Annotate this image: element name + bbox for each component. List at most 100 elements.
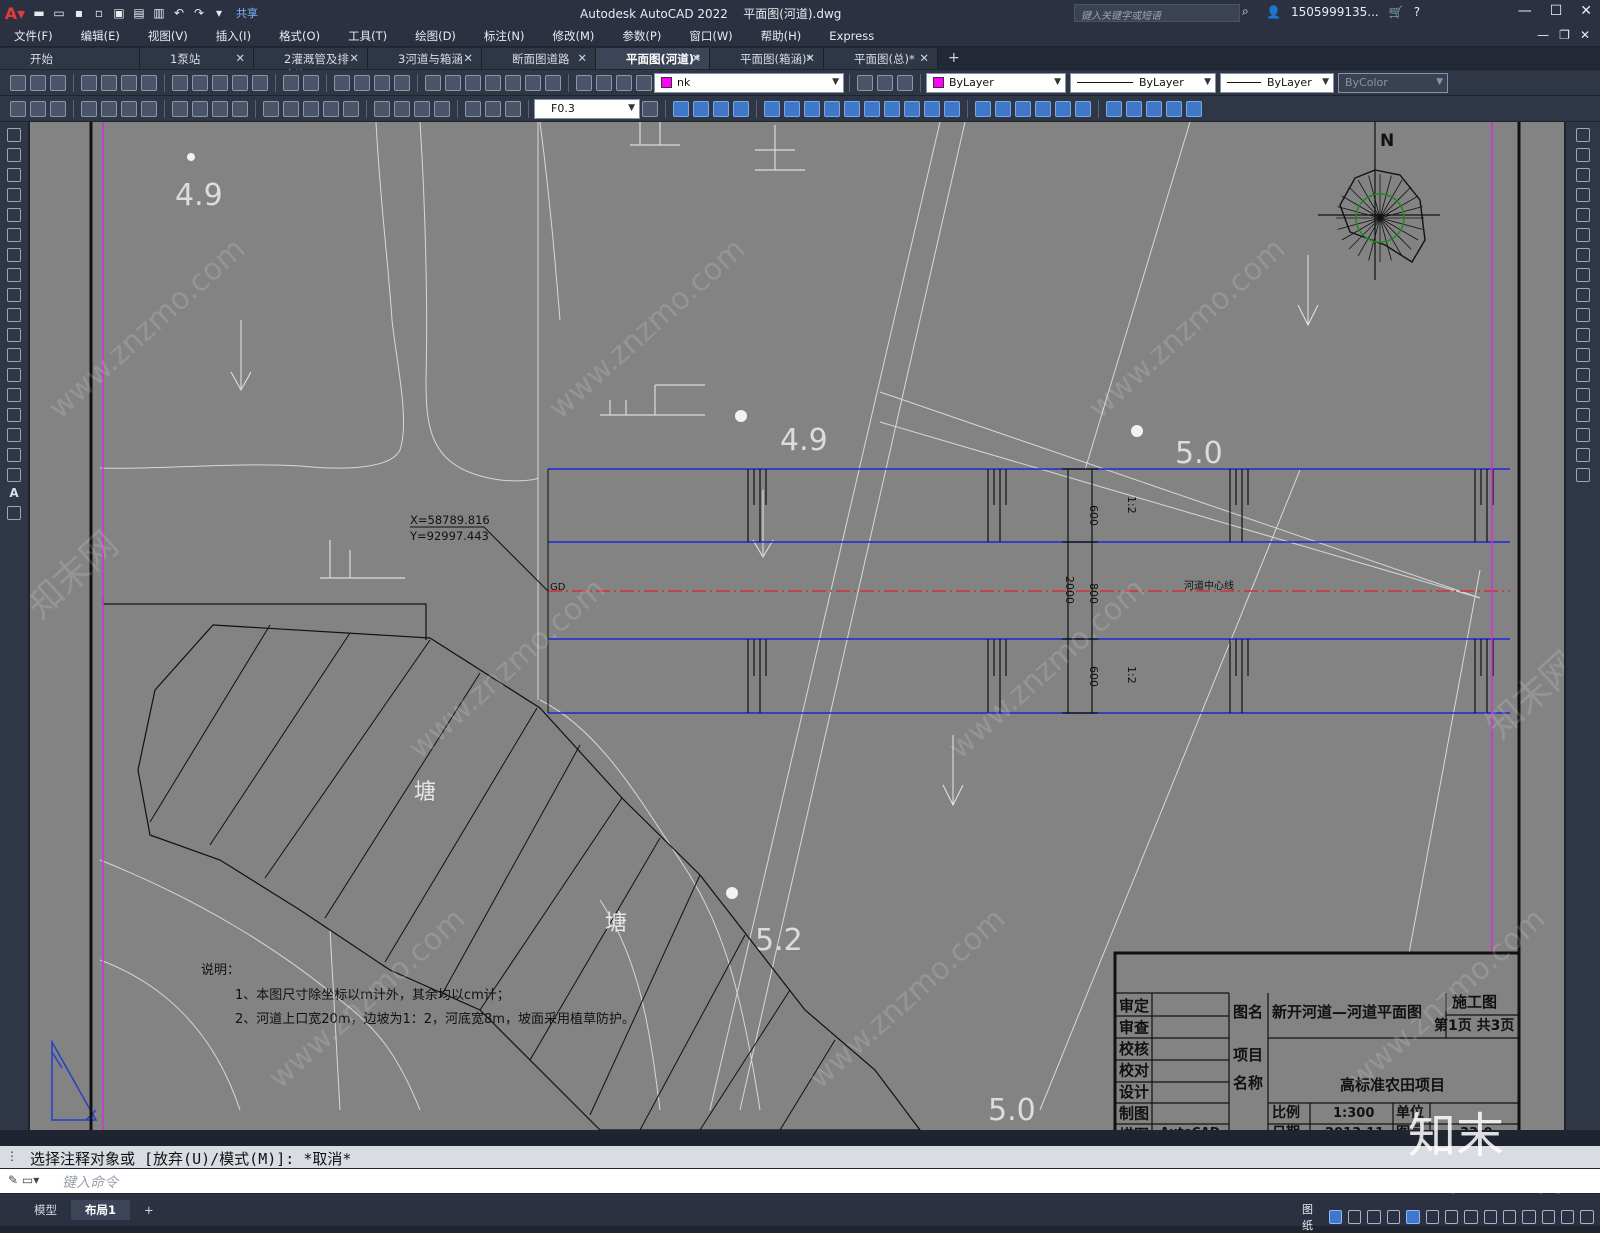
doc-close-button[interactable]: ✕ <box>1580 28 1590 42</box>
layer-dropdown[interactable]: nk ▼ <box>654 73 844 93</box>
quick-dim-icon[interactable] <box>263 101 279 117</box>
menu-item[interactable]: 编辑(E) <box>67 28 134 44</box>
dim-text-edit-icon[interactable] <box>485 101 501 117</box>
arc-icon[interactable] <box>7 228 21 242</box>
add-layout-button[interactable]: + <box>130 1201 168 1219</box>
dimstyle-manager-icon[interactable] <box>642 101 658 117</box>
document-tab[interactable]: 平面图(箱涵)*✕ <box>710 48 824 69</box>
layer-freeze-icon[interactable] <box>616 75 632 91</box>
plotstyle-dropdown[interactable]: ByColor ▼ <box>1338 73 1448 93</box>
angular-dim-icon[interactable] <box>232 101 248 117</box>
view-left-icon[interactable] <box>713 101 729 117</box>
camera-icon[interactable] <box>1166 101 1182 117</box>
ordinate-icon[interactable] <box>141 101 157 117</box>
continuous-orbit-icon[interactable] <box>1146 101 1162 117</box>
autocad-logo-icon[interactable]: A▾ <box>0 0 30 26</box>
tab-close-icon[interactable]: ✕ <box>691 51 701 65</box>
jogged-icon[interactable] <box>192 101 208 117</box>
annotation-scale-icon[interactable] <box>1484 1210 1497 1224</box>
inspect-icon[interactable] <box>414 101 430 117</box>
doc-restore-button[interactable]: ❐ <box>1559 28 1570 42</box>
tab-close-icon[interactable]: ✕ <box>235 51 245 65</box>
ucs-3point-icon[interactable] <box>924 101 940 117</box>
tab-close-icon[interactable]: ✕ <box>805 51 815 65</box>
stretch-icon[interactable] <box>1576 288 1590 302</box>
scale-icon[interactable] <box>1576 268 1590 282</box>
document-tab[interactable]: 断面图道路✕ <box>482 48 596 69</box>
ortho-icon[interactable] <box>1329 1210 1342 1224</box>
baseline-icon[interactable] <box>283 101 299 117</box>
search-icon[interactable]: ⌕ <box>1242 4 1249 19</box>
save-icon[interactable]: ▪ <box>70 4 88 22</box>
polyline-icon[interactable] <box>7 168 21 182</box>
color-dropdown[interactable]: ByLayer ▼ <box>926 73 1066 93</box>
sheet-set-icon[interactable] <box>485 75 501 91</box>
units-icon[interactable] <box>1522 1210 1535 1224</box>
table-icon[interactable] <box>7 468 21 482</box>
tab-layout1[interactable]: 布局1 <box>71 1200 130 1220</box>
multiline-text-icon[interactable]: A <box>0 486 28 500</box>
isolate-icon[interactable] <box>1561 1210 1574 1224</box>
jogged-linear-icon[interactable] <box>434 101 450 117</box>
zoom-realtime-icon[interactable] <box>354 75 370 91</box>
lineweight-dropdown[interactable]: ByLayer ▼ <box>1220 73 1334 93</box>
construction-line-icon[interactable] <box>7 148 21 162</box>
menu-item[interactable]: 标注(N) <box>470 28 539 44</box>
tab-close-icon[interactable]: ✕ <box>463 51 473 65</box>
quick-dimension-icon[interactable] <box>10 101 26 117</box>
document-tab[interactable]: 开始 <box>0 48 140 69</box>
document-tab[interactable]: 2灌溉管及排水沟✕ <box>254 48 368 69</box>
menu-item[interactable]: 修改(M) <box>539 28 609 44</box>
tab-close-icon[interactable]: ✕ <box>577 51 587 65</box>
ucs-previous-icon[interactable] <box>804 101 820 117</box>
chamfer-icon[interactable] <box>1576 408 1590 422</box>
visual-style-icon[interactable] <box>975 101 991 117</box>
command-prompt-icon[interactable]: ✎ ▭▾ <box>8 1173 39 1187</box>
open-icon[interactable] <box>30 75 46 91</box>
layer-walk-icon[interactable] <box>897 75 913 91</box>
center-mark-icon[interactable] <box>394 101 410 117</box>
menu-item[interactable]: 窗口(W) <box>675 28 746 44</box>
linear-dim-icon[interactable] <box>81 101 97 117</box>
selection-cycling-icon[interactable] <box>1464 1210 1477 1224</box>
ellipse-icon[interactable] <box>7 308 21 322</box>
save-tool-icon[interactable] <box>50 75 66 91</box>
undo-icon[interactable]: ↶ <box>170 4 188 22</box>
tool-palettes-icon[interactable] <box>465 75 481 91</box>
fullscreen-icon[interactable] <box>1580 1210 1593 1224</box>
ucs-icon[interactable] <box>764 101 780 117</box>
menu-item[interactable]: 帮助(H) <box>747 28 816 44</box>
wireframe-icon[interactable] <box>1075 101 1091 117</box>
dim-edit-icon[interactable] <box>465 101 481 117</box>
print-icon[interactable]: ▥ <box>150 4 168 22</box>
menu-item[interactable]: 视图(V) <box>134 28 202 44</box>
realistic-icon[interactable] <box>1015 101 1031 117</box>
conceptual-icon[interactable] <box>1035 101 1051 117</box>
search-input[interactable]: 键入关键字或短语 <box>1074 4 1240 22</box>
linetype-dropdown[interactable]: ByLayer ▼ <box>1070 73 1216 93</box>
paste-icon[interactable] <box>212 75 228 91</box>
block-editor-icon[interactable] <box>252 75 268 91</box>
publish-icon[interactable]: ▣ <box>110 4 128 22</box>
help-icon[interactable]: ? <box>1414 5 1420 19</box>
extend-icon[interactable] <box>1576 328 1590 342</box>
aligned-dim-icon[interactable] <box>101 101 117 117</box>
layer-state-icon[interactable] <box>596 75 612 91</box>
polygon-icon[interactable] <box>7 188 21 202</box>
free-orbit-icon[interactable] <box>1126 101 1142 117</box>
cut-icon[interactable] <box>172 75 188 91</box>
document-tab[interactable]: 平面图(总)*✕ <box>824 48 938 69</box>
radius-dim-icon[interactable] <box>172 101 188 117</box>
dim-space-icon[interactable] <box>323 101 339 117</box>
copy-icon[interactable] <box>192 75 208 91</box>
save-as-icon[interactable]: ▫ <box>90 4 108 22</box>
new-icon[interactable] <box>10 75 26 91</box>
user-account[interactable]: 👤 1505999135... 🛒 ? <box>1266 5 1420 19</box>
workspace-icon[interactable] <box>1503 1210 1516 1224</box>
help-tool-icon[interactable] <box>545 75 561 91</box>
walk-icon[interactable] <box>1186 101 1202 117</box>
shaded-icon[interactable] <box>995 101 1011 117</box>
redo-tool-icon[interactable] <box>303 75 319 91</box>
pan-icon[interactable] <box>334 75 350 91</box>
preview-icon[interactable] <box>101 75 117 91</box>
